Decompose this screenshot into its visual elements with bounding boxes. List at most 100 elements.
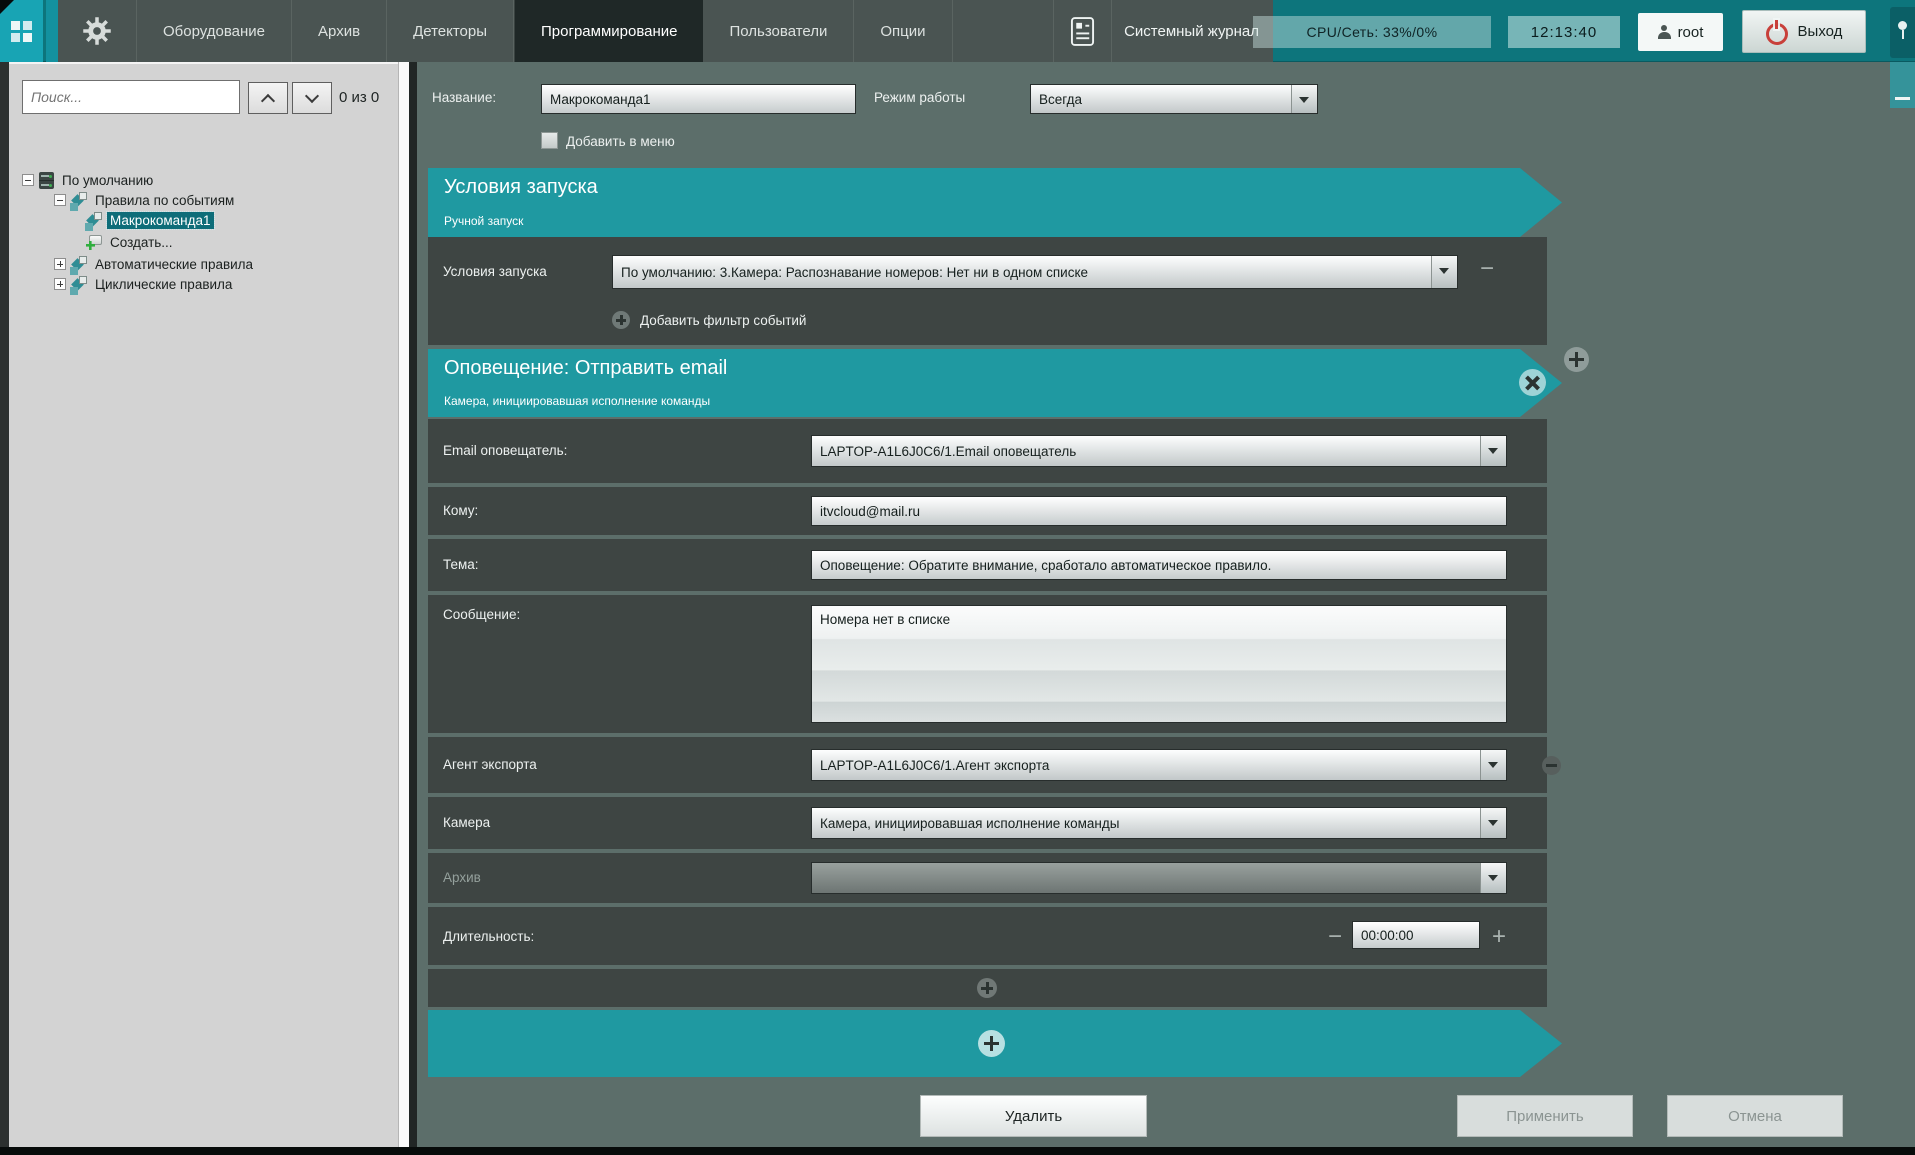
camera-value: Камера, инициировавшая исполнение команд… — [812, 808, 1480, 838]
logo-accent-strip — [46, 0, 58, 62]
tree-item-label[interactable]: Создать... — [107, 234, 176, 251]
close-action-x-icon[interactable] — [1519, 369, 1546, 396]
email-notifier-dropdown[interactable]: LAPTOP-A1L6J0C6/1.Email оповещатель — [811, 435, 1507, 467]
mode-dropdown[interactable]: Всегда — [1030, 84, 1318, 114]
search-next-icon — [305, 89, 319, 103]
conditions-section-banner[interactable]: Условия запуска Ручной запуск — [428, 168, 1562, 237]
journal-icon — [1070, 16, 1095, 47]
tree-item-event-rules[interactable]: Правила по событиям — [54, 190, 237, 210]
add-action-plus-icon[interactable] — [1564, 347, 1589, 372]
export-agent-label: Агент экспорта — [443, 757, 537, 772]
power-icon — [1766, 21, 1788, 43]
search-next-button[interactable] — [292, 82, 332, 114]
dropdown-arrow-icon[interactable] — [1480, 808, 1506, 838]
expand-expander-icon[interactable] — [54, 278, 66, 290]
export-agent-dropdown[interactable]: LAPTOP-A1L6J0C6/1.Агент экспорта — [811, 749, 1507, 781]
add-to-menu-checkbox[interactable] — [541, 132, 558, 149]
archive-value — [812, 863, 1480, 893]
tab-archive[interactable]: Архив — [292, 0, 387, 62]
tree-item-macro1[interactable]: Макрокоманда1 — [86, 210, 214, 230]
gear-icon — [82, 16, 112, 46]
macro-rule-icon — [71, 192, 87, 208]
search-input[interactable] — [22, 80, 240, 114]
search-result-count: 0 из 0 — [339, 89, 379, 106]
tree-item-label[interactable]: Правила по событиям — [92, 192, 237, 209]
search-prev-button[interactable] — [248, 82, 288, 114]
to-input[interactable] — [811, 496, 1507, 526]
system-journal-button[interactable]: Системный журнал — [1053, 0, 1273, 62]
condition-label: Условия запуска — [443, 264, 547, 279]
collapse-expander-icon[interactable] — [54, 194, 66, 206]
sidebar-scrollbar[interactable] — [398, 62, 409, 1147]
tree-item-label-selected[interactable]: Макрокоманда1 — [107, 212, 214, 229]
tab-equipment[interactable]: Оборудование — [137, 0, 292, 62]
remove-export-agent-minus-icon[interactable] — [1542, 756, 1561, 775]
remove-condition-minus-icon[interactable]: − — [1480, 259, 1494, 279]
conditions-subtitle: Ручной запуск — [444, 214, 523, 228]
macro-name-input[interactable] — [541, 84, 856, 114]
tab-detectors[interactable]: Детекторы — [387, 0, 514, 62]
corner-triangle — [0, 0, 14, 14]
tab-users[interactable]: Пользователи — [703, 0, 854, 62]
dropdown-arrow-icon[interactable] — [1480, 750, 1506, 780]
delete-button[interactable]: Удалить — [920, 1095, 1147, 1137]
tree-item-create-new[interactable]: Создать... — [86, 232, 176, 252]
apply-button[interactable]: Применить — [1457, 1095, 1633, 1137]
duration-input[interactable] — [1352, 921, 1480, 949]
archive-dropdown[interactable] — [811, 862, 1507, 894]
tree-item-label[interactable]: Циклические правила — [92, 276, 235, 293]
duration-row: Длительность: − + — [428, 907, 1547, 965]
collapse-expander-icon[interactable] — [22, 174, 34, 186]
add-parameter-plus-icon[interactable] — [977, 978, 997, 998]
expand-expander-icon[interactable] — [54, 258, 66, 270]
subject-row: Тема: — [428, 539, 1547, 591]
create-plus-icon — [86, 234, 102, 250]
condition-dropdown[interactable]: По умолчанию: 3.Камера: Распознавание но… — [612, 255, 1458, 289]
server-icon — [39, 172, 54, 189]
archive-label: Архив — [443, 870, 481, 885]
cancel-button[interactable]: Отмена — [1667, 1095, 1843, 1137]
tree-item-label[interactable]: По умолчанию — [59, 172, 156, 189]
action-title: Оповещение: Отправить email — [444, 357, 727, 380]
tree-item-label[interactable]: Автоматические правила — [92, 256, 256, 273]
tree-item-default-server[interactable]: По умолчанию — [22, 170, 156, 190]
subject-input[interactable] — [811, 550, 1507, 580]
tree-item-automatic-rules[interactable]: Автоматические правила — [54, 254, 256, 274]
message-textarea[interactable]: Номера нет в списке — [811, 605, 1507, 723]
panel-splitter[interactable] — [409, 62, 417, 1147]
tab-options[interactable]: Опции — [854, 0, 952, 62]
message-label: Сообщение: — [443, 607, 520, 622]
action-subtitle: Камера, инициировавшая исполнение команд… — [444, 394, 710, 408]
export-agent-row: Агент экспорта LAPTOP-A1L6J0C6/1.Агент э… — [428, 737, 1547, 793]
collapse-panel-button[interactable] — [1890, 62, 1915, 108]
to-label: Кому: — [443, 503, 478, 518]
logout-label: Выход — [1798, 23, 1843, 40]
logout-button[interactable]: Выход — [1742, 10, 1866, 53]
app-logo[interactable] — [0, 0, 43, 62]
mode-label: Режим работы — [874, 90, 965, 105]
add-filter-label[interactable]: Добавить фильтр событий — [640, 313, 806, 328]
top-bar: Оборудование Архив Детекторы Программиро… — [0, 0, 1915, 62]
duration-plus-icon[interactable]: + — [1492, 927, 1506, 947]
dropdown-arrow-icon[interactable] — [1480, 436, 1506, 466]
camera-dropdown[interactable]: Камера, инициировавшая исполнение команд… — [811, 807, 1507, 839]
add-to-menu-label: Добавить в меню — [566, 134, 675, 149]
user-icon — [1658, 25, 1671, 39]
action-section-banner[interactable]: Оповещение: Отправить email Камера, иниц… — [428, 349, 1562, 417]
duration-minus-icon[interactable]: − — [1328, 927, 1342, 947]
add-filter-plus-icon[interactable] — [612, 311, 630, 329]
dropdown-arrow-icon[interactable] — [1431, 256, 1457, 288]
grid-logo-icon — [11, 21, 32, 42]
add-section-plus-icon[interactable] — [978, 1030, 1005, 1057]
dropdown-arrow-icon[interactable] — [1480, 863, 1506, 893]
email-notifier-label: Email оповещатель: — [443, 443, 567, 458]
pin-panel-button[interactable] — [1890, 7, 1915, 58]
current-user-button[interactable]: root — [1638, 13, 1723, 51]
dropdown-arrow-icon[interactable] — [1291, 85, 1317, 113]
settings-gear-tab[interactable] — [58, 0, 137, 62]
add-section-banner[interactable] — [428, 1010, 1562, 1077]
email-notifier-value: LAPTOP-A1L6J0C6/1.Email оповещатель — [812, 436, 1480, 466]
tree-item-cyclic-rules[interactable]: Циклические правила — [54, 274, 235, 294]
to-row: Кому: — [428, 487, 1547, 535]
tab-programming[interactable]: Программирование — [514, 0, 703, 62]
